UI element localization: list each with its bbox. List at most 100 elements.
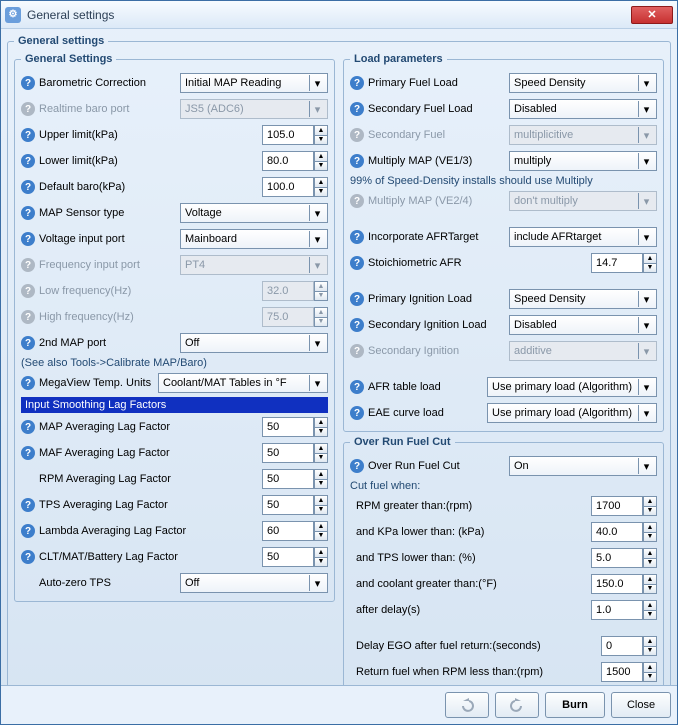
input-high-freq [262, 307, 314, 327]
input-lower-limit[interactable] [262, 151, 314, 171]
spinner-clt-lag[interactable]: ▲▼ [314, 547, 328, 567]
help-icon[interactable]: ? [21, 76, 35, 90]
spinner-tps-lag[interactable]: ▲▼ [314, 495, 328, 515]
app-icon: ⚙ [5, 7, 21, 23]
label-primary-ign: Primary Ignition Load [368, 293, 509, 305]
combo-afr-target[interactable]: include AFRtarget▾ [509, 227, 657, 247]
label-low-freq: Low frequency(Hz) [39, 285, 262, 297]
combo-overrun-enable[interactable]: On▾ [509, 456, 657, 476]
undo-button[interactable] [445, 692, 489, 718]
help-icon[interactable]: ? [350, 318, 364, 332]
combo-afr-table[interactable]: Use primary load (Algorithm)▾ [487, 377, 657, 397]
help-icon[interactable]: ? [21, 180, 35, 194]
help-icon[interactable]: ? [21, 206, 35, 220]
help-icon[interactable]: ? [21, 336, 35, 350]
input-lambda-lag[interactable] [262, 521, 314, 541]
spinner-tps-lt[interactable]: ▲▼ [643, 548, 657, 568]
redo-button[interactable] [495, 692, 539, 718]
spinner-delay[interactable]: ▲▼ [643, 600, 657, 620]
combo-voltage-port[interactable]: Mainboard ▾ [180, 229, 328, 249]
label-upper-limit: Upper limit(kPa) [39, 129, 262, 141]
titlebar: ⚙ General settings ✕ [1, 1, 677, 29]
help-icon[interactable]: ? [21, 498, 35, 512]
window-close-button[interactable]: ✕ [631, 6, 673, 24]
help-icon: ? [21, 284, 35, 298]
help-icon[interactable]: ? [350, 380, 364, 394]
input-maf-lag[interactable] [262, 443, 314, 463]
input-rpm-lag[interactable] [262, 469, 314, 489]
help-icon[interactable]: ? [21, 232, 35, 246]
spinner-rpm-gt[interactable]: ▲▼ [643, 496, 657, 516]
spinner-clt-gt[interactable]: ▲▼ [643, 574, 657, 594]
help-icon[interactable]: ? [21, 376, 35, 390]
row-multiply-map2: ? Multiply MAP (VE2/4) don't multiply▾ [350, 189, 657, 213]
input-rpm-gt[interactable] [591, 496, 643, 516]
chevron-down-icon: ▾ [638, 229, 654, 245]
row-primary-ign: ? Primary Ignition Load Speed Density▾ [350, 287, 657, 311]
help-icon[interactable]: ? [350, 406, 364, 420]
input-tps-lt[interactable] [591, 548, 643, 568]
input-map-lag[interactable] [262, 417, 314, 437]
combo-primary-fuel[interactable]: Speed Density▾ [509, 73, 657, 93]
help-icon[interactable]: ? [350, 230, 364, 244]
input-stoich-afr[interactable] [591, 253, 643, 273]
combo-multiply-map1[interactable]: multiply▾ [509, 151, 657, 171]
help-icon[interactable]: ? [350, 292, 364, 306]
row-rpm-lag: RPM Averaging Lag Factor ▲▼ [21, 467, 328, 491]
help-icon[interactable]: ? [350, 154, 364, 168]
row-primary-fuel: ? Primary Fuel Load Speed Density▾ [350, 71, 657, 95]
input-delay[interactable] [591, 600, 643, 620]
spinner-lambda-lag[interactable]: ▲▼ [314, 521, 328, 541]
input-rpm-return[interactable] [601, 662, 643, 682]
combo-map-sensor[interactable]: Voltage ▾ [180, 203, 328, 223]
combo-eae-curve[interactable]: Use primary load (Algorithm)▾ [487, 403, 657, 423]
help-icon[interactable]: ? [350, 459, 364, 473]
label-eae-curve: EAE curve load [368, 407, 487, 419]
spinner-lower-limit[interactable]: ▲▼ [314, 151, 328, 171]
label-ego-delay: Delay EGO after fuel return:(seconds) [350, 640, 601, 652]
help-icon[interactable]: ? [21, 550, 35, 564]
close-button[interactable]: Close [611, 692, 671, 718]
help-icon[interactable]: ? [350, 256, 364, 270]
label-overrun-enable: Over Run Fuel Cut [368, 460, 509, 472]
label-secondary-ign-alg: Secondary Ignition [368, 345, 509, 357]
spinner-maf-lag[interactable]: ▲▼ [314, 443, 328, 463]
combo-baro-correction[interactable]: Initial MAP Reading ▾ [180, 73, 328, 93]
combo-primary-ign[interactable]: Speed Density▾ [509, 289, 657, 309]
combo-auto-zero[interactable]: Off ▾ [180, 573, 328, 593]
combo-second-map[interactable]: Off ▾ [180, 333, 328, 353]
spinner-kpa-lt[interactable]: ▲▼ [643, 522, 657, 542]
input-default-baro[interactable] [262, 177, 314, 197]
overrun-fieldset: Over Run Fuel Cut ? Over Run Fuel Cut On… [343, 436, 664, 685]
help-icon[interactable]: ? [21, 420, 35, 434]
help-icon[interactable]: ? [21, 128, 35, 142]
input-low-freq [262, 281, 314, 301]
spinner-stoich-afr[interactable]: ▲▼ [643, 253, 657, 273]
input-upper-limit[interactable] [262, 125, 314, 145]
combo-secondary-fuel[interactable]: Disabled▾ [509, 99, 657, 119]
spinner-map-lag[interactable]: ▲▼ [314, 417, 328, 437]
row-afr-target: ? Incorporate AFRTarget include AFRtarge… [350, 225, 657, 249]
spinner-upper-limit[interactable]: ▲▼ [314, 125, 328, 145]
help-icon[interactable]: ? [21, 446, 35, 460]
input-clt-lag[interactable] [262, 547, 314, 567]
row-lower-limit: ? Lower limit(kPa) ▲▼ [21, 149, 328, 173]
help-icon[interactable]: ? [350, 102, 364, 116]
burn-button[interactable]: Burn [545, 692, 605, 718]
input-tps-lag[interactable] [262, 495, 314, 515]
combo-realtime-baro-port: JS5 (ADC6) ▾ [180, 99, 328, 119]
label-megaview: MegaView Temp. Units [39, 377, 158, 389]
combo-secondary-ign[interactable]: Disabled▾ [509, 315, 657, 335]
combo-megaview[interactable]: Coolant/MAT Tables in °F ▾ [158, 373, 328, 393]
input-ego-delay[interactable] [601, 636, 643, 656]
input-kpa-lt[interactable] [591, 522, 643, 542]
help-icon[interactable]: ? [21, 154, 35, 168]
spinner-rpm-lag[interactable]: ▲▼ [314, 469, 328, 489]
row-tps-lt: and TPS lower than: (%) ▲▼ [350, 546, 657, 570]
spinner-rpm-return[interactable]: ▲▼ [643, 662, 657, 682]
spinner-default-baro[interactable]: ▲▼ [314, 177, 328, 197]
input-clt-gt[interactable] [591, 574, 643, 594]
spinner-ego-delay[interactable]: ▲▼ [643, 636, 657, 656]
help-icon[interactable]: ? [350, 76, 364, 90]
help-icon[interactable]: ? [21, 524, 35, 538]
